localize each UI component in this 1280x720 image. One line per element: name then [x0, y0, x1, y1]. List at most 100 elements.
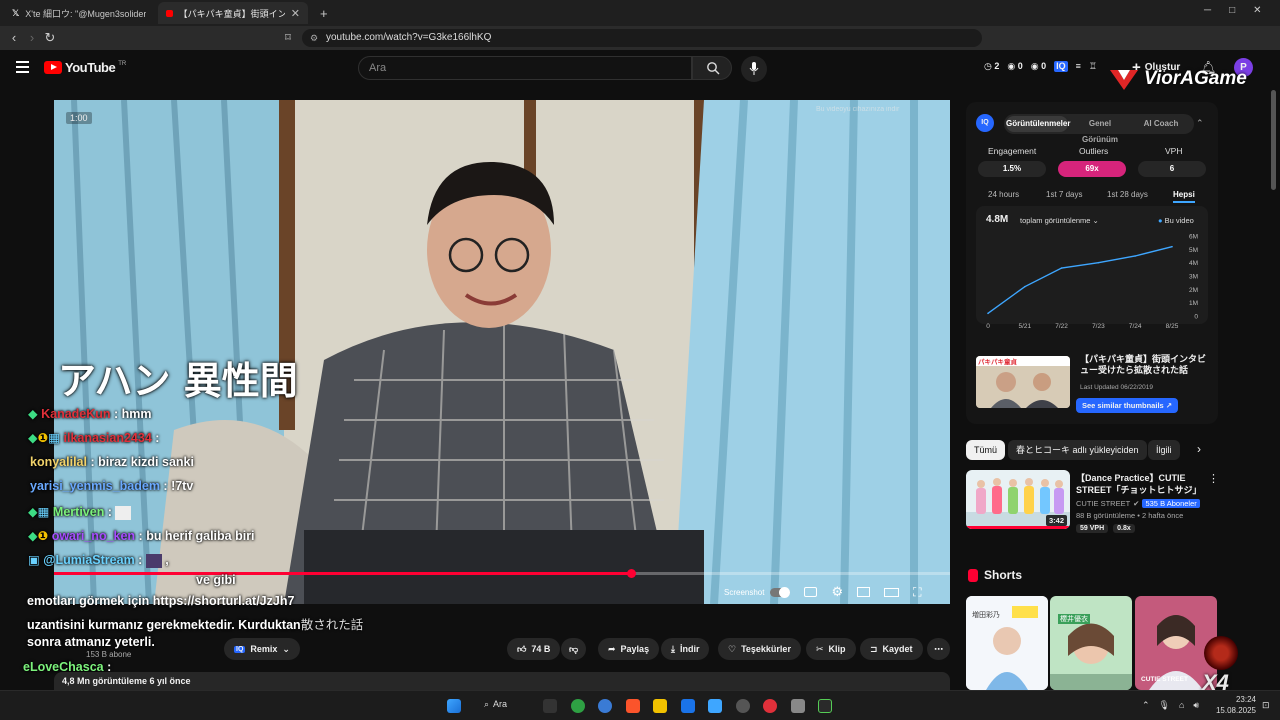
y-tick-label: 4M: [1189, 260, 1198, 267]
theater-mode-icon[interactable]: [884, 587, 900, 597]
recommended-title[interactable]: 【Dance Practice】CUTIE STREET「チョットヒトサジ」: [1076, 472, 1204, 496]
chat-message: ◆❶▦ ilkanasian2434 :: [28, 431, 160, 445]
volume-icon[interactable]: 🔊︎: [1193, 700, 1199, 711]
system-tray[interactable]: ⌃ 🎙︎ ⌂ 🔊︎: [1142, 700, 1199, 711]
settings-gear-icon[interactable]: ⚙: [831, 584, 843, 600]
more-actions-button[interactable]: ⋯: [927, 638, 950, 660]
x-tick-label: 7/22: [1055, 323, 1068, 330]
site-info-icon[interactable]: ⚙: [310, 29, 318, 47]
hamburger-menu-icon[interactable]: [16, 61, 29, 73]
engagement-value: 1.5%: [978, 161, 1046, 177]
mail-icon[interactable]: [681, 699, 695, 713]
window-controls[interactable]: ─□✕: [1204, 5, 1280, 16]
browser-icon[interactable]: [598, 699, 612, 713]
page-scrollbar[interactable]: [1271, 90, 1276, 190]
chip-uploader[interactable]: 春とヒコーキ adlı yükleyiciden: [1008, 440, 1147, 460]
metric-label: Outliers: [1079, 146, 1109, 156]
clock[interactable]: 23:24 15.08.2025: [1212, 694, 1256, 716]
miniplayer-icon[interactable]: [857, 587, 871, 597]
app-icon[interactable]: [543, 699, 557, 713]
recommended-channel[interactable]: CUTIE STREET ✔ 535 B Aboneler: [1076, 499, 1200, 508]
chip-all[interactable]: Tümü: [966, 440, 1006, 460]
video-duration: 3:42: [1045, 515, 1067, 526]
thanks-button[interactable]: ♡ Teşekkürler: [718, 638, 801, 660]
description-box[interactable]: 4,8 Mn görüntüleme 6 yıl önce: [54, 672, 950, 690]
close-tab-icon[interactable]: ✕: [291, 7, 300, 20]
vidiq-icon[interactable]: IQ: [1054, 61, 1068, 72]
collapse-icon[interactable]: ⌃: [1196, 118, 1204, 129]
panel-tab-overview[interactable]: Genel Görünüm: [1070, 116, 1130, 144]
reload-icon[interactable]: ↻: [42, 30, 58, 46]
range-all[interactable]: Hepsi: [1173, 190, 1195, 203]
voice-search-button[interactable]: [741, 56, 767, 82]
forward-arrow-icon[interactable]: ›: [24, 30, 40, 46]
share-button[interactable]: ➦ Paylaş: [598, 638, 660, 660]
last-updated: Last Updated 06/22/2019: [1080, 384, 1154, 391]
share-arrow-icon: ➦: [608, 643, 616, 654]
like-button[interactable]: 👍︎ 74 B: [507, 638, 561, 660]
progress-scrubber[interactable]: [627, 569, 636, 578]
x-tick-label: 7/24: [1129, 323, 1142, 330]
address-bar[interactable]: ⚙ youtube.com/watch?v=G3ke166lhKQ: [302, 29, 982, 47]
back-arrow-icon[interactable]: ‹: [6, 30, 22, 46]
thumbnail-title: 【パキパキ童貞】街頭インタビュー受けたら拡散された話: [1080, 354, 1207, 375]
youtube-header: YouTube TR Ara ◷ 2 ◉ 0 ◉ 0 IQ ≡ ♖ + Oluş…: [0, 50, 1280, 88]
panel-tab-views[interactable]: Görüntülenmeler: [1006, 116, 1070, 132]
brave-icon[interactable]: [626, 699, 640, 713]
recommended-thumbnail[interactable]: 3:42: [966, 470, 1070, 529]
autoplay-toggle[interactable]: [770, 586, 791, 598]
progress-bar[interactable]: [54, 569, 950, 578]
tab-x[interactable]: 𝕏 X'te 細口ウ: "@Mugen3solider ここ部: [4, 2, 154, 24]
tab-label: X'te 細口ウ: "@Mugen3solider ここ部: [25, 8, 146, 19]
subtitles-icon[interactable]: [804, 587, 818, 597]
total-views-dropdown[interactable]: toplam görüntülenme ⌄: [1020, 216, 1099, 225]
remix-label: Remix: [250, 644, 278, 654]
fullscreen-icon[interactable]: ⛶: [913, 585, 921, 600]
video-thumbnail[interactable]: パキパキ童貞: [976, 356, 1070, 408]
store-icon[interactable]: [708, 699, 722, 713]
similar-thumbnails-button[interactable]: See similar thumbnails ↗: [1076, 398, 1179, 413]
trophy-icon[interactable]: ♖: [1089, 61, 1097, 72]
windows-start-icon[interactable]: [447, 699, 461, 713]
x-tick-label: 8/25: [1166, 323, 1179, 330]
terminal-icon[interactable]: [818, 699, 832, 713]
screenshot-label[interactable]: Screenshot: [724, 588, 764, 597]
list-icon[interactable]: ≡: [1076, 61, 1081, 72]
notification-center-icon[interactable]: ⊡: [1262, 700, 1270, 711]
chevron-up-icon[interactable]: ⌃: [1142, 700, 1150, 711]
download-hint[interactable]: Bu videoyu cihazınıza indir: [816, 106, 899, 113]
clip-button[interactable]: ✂ Klip: [806, 638, 856, 660]
app-icon[interactable]: [736, 699, 750, 713]
search-button[interactable]: [692, 56, 732, 80]
new-tab-button[interactable]: +: [312, 2, 332, 24]
panel-tab-ai-coach[interactable]: AI Coach: [1134, 116, 1188, 132]
chevron-right-icon[interactable]: ›: [1197, 442, 1201, 456]
taskbar-search[interactable]: ⌕ Ara: [484, 699, 507, 710]
save-button[interactable]: ⊐ Kaydet: [860, 638, 923, 660]
range-7d[interactable]: 1st 7 days: [1046, 190, 1082, 199]
dislike-button[interactable]: 👎︎: [561, 638, 587, 660]
bookmark-icon[interactable]: ⌑: [280, 30, 296, 46]
short-card[interactable]: 櫻井優衣: [1050, 596, 1132, 690]
views-chart-card: 4.8M toplam görüntülenme ⌄ ● Bu video 0 1…: [976, 206, 1208, 330]
short-card[interactable]: 増田彩乃: [966, 596, 1048, 690]
data-point: [1060, 267, 1063, 269]
download-button[interactable]: ⤓ İndir: [661, 638, 710, 660]
short-caption: CUTIE STREET: [1141, 676, 1188, 683]
windows-taskbar: ⌕ Ara ⌃ 🎙︎ ⌂ 🔊︎ 23:24 15.08.2025 ⊡: [0, 690, 1280, 720]
app-icon[interactable]: [763, 699, 777, 713]
chip-related[interactable]: İlgili: [1148, 440, 1180, 460]
youtube-logo[interactable]: YouTube TR: [44, 60, 126, 75]
tab-youtube[interactable]: 【パキパキ童貞】街頭インタビュー受け ✕: [158, 2, 308, 24]
progress-fill: [54, 572, 632, 575]
edge-icon[interactable]: [571, 699, 585, 713]
microphone-icon[interactable]: 🎙︎: [1159, 700, 1170, 711]
network-icon[interactable]: ⌂: [1179, 700, 1184, 711]
range-24h[interactable]: 24 hours: [988, 190, 1019, 199]
app-icon[interactable]: [791, 699, 805, 713]
remix-button[interactable]: IQ Remix ⌄: [224, 638, 300, 660]
more-vertical-icon[interactable]: ⋮: [1208, 472, 1219, 485]
range-28d[interactable]: 1st 28 days: [1107, 190, 1148, 199]
search-input[interactable]: Ara: [358, 56, 692, 80]
file-explorer-icon[interactable]: [653, 699, 667, 713]
